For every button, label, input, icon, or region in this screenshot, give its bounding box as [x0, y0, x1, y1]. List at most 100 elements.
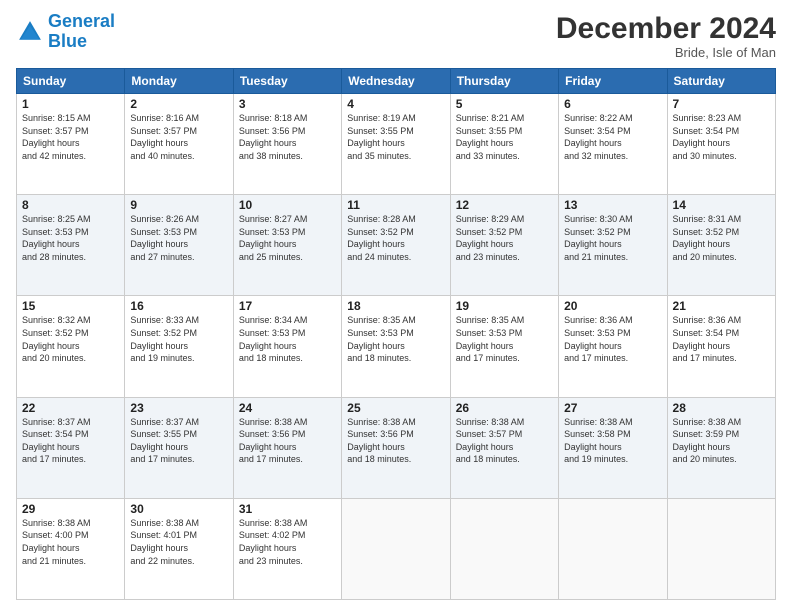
calendar-header-row: Sunday Monday Tuesday Wednesday Thursday… — [17, 69, 776, 94]
day-info: Sunrise: 8:36 AMSunset: 3:54 PMDaylight … — [673, 315, 742, 363]
col-friday: Friday — [559, 69, 667, 94]
table-row: 1Sunrise: 8:15 AMSunset: 3:57 PMDaylight… — [17, 94, 125, 195]
day-info: Sunrise: 8:23 AMSunset: 3:54 PMDaylight … — [673, 113, 742, 161]
day-number: 25 — [347, 401, 444, 415]
col-wednesday: Wednesday — [342, 69, 450, 94]
table-row: 17 Sunrise: 8:34 AMSunset: 3:53 PMDayligh… — [233, 296, 341, 397]
day-info: Sunrise: 8:38 AMSunset: 4:01 PMDaylight … — [130, 518, 199, 566]
day-number: 22 — [22, 401, 119, 415]
table-row: 18 Sunrise: 8:35 AMSunset: 3:53 PMDayligh… — [342, 296, 450, 397]
day-info: Sunrise: 8:31 AMSunset: 3:52 PMDaylight … — [673, 214, 742, 262]
day-number: 24 — [239, 401, 336, 415]
day-number: 29 — [22, 502, 119, 516]
table-row: 11Sunrise: 8:28 AMSunset: 3:52 PMDayligh… — [342, 195, 450, 296]
day-info: Sunrise: 8:38 AMSunset: 4:02 PMDaylight … — [239, 518, 308, 566]
table-row: 5 Sunrise: 8:21 AMSunset: 3:55 PMDaylight… — [450, 94, 558, 195]
day-number: 21 — [673, 299, 770, 313]
day-info: Sunrise: 8:19 AMSunset: 3:55 PMDaylight … — [347, 113, 416, 161]
table-row: 16 Sunrise: 8:33 AMSunset: 3:52 PMDayligh… — [125, 296, 233, 397]
day-info: Sunrise: 8:21 AMSunset: 3:55 PMDaylight … — [456, 113, 525, 161]
day-number: 12 — [456, 198, 553, 212]
day-info: Sunrise: 8:25 AMSunset: 3:53 PMDaylight … — [22, 214, 91, 262]
day-number: 15 — [22, 299, 119, 313]
day-info: Sunrise: 8:38 AMSunset: 3:56 PMDaylight … — [239, 417, 308, 465]
logo-icon — [16, 18, 44, 46]
day-info: Sunrise: 8:37 AMSunset: 3:54 PMDaylight … — [22, 417, 91, 465]
day-info: Sunrise: 8:38 AMSunset: 3:59 PMDaylight … — [673, 417, 742, 465]
month-title: December 2024 — [556, 12, 776, 45]
table-row: 28 Sunrise: 8:38 AMSunset: 3:59 PMDayligh… — [667, 397, 775, 498]
day-number: 5 — [456, 97, 553, 111]
col-thursday: Thursday — [450, 69, 558, 94]
day-number: 9 — [130, 198, 227, 212]
table-row: 12 Sunrise: 8:29 AMSunset: 3:52 PMDayligh… — [450, 195, 558, 296]
day-number: 10 — [239, 198, 336, 212]
title-block: December 2024 Bride, Isle of Man — [556, 12, 776, 60]
logo-text: General Blue — [48, 12, 115, 52]
table-row: 30 Sunrise: 8:38 AMSunset: 4:01 PMDayligh… — [125, 498, 233, 599]
day-number: 8 — [22, 198, 119, 212]
day-info: Sunrise: 8:34 AMSunset: 3:53 PMDaylight … — [239, 315, 308, 363]
day-number: 16 — [130, 299, 227, 313]
table-row: 19 Sunrise: 8:35 AMSunset: 3:53 PMDayligh… — [450, 296, 558, 397]
table-row: 15Sunrise: 8:32 AMSunset: 3:52 PMDayligh… — [17, 296, 125, 397]
table-row: 25Sunrise: 8:38 AMSunset: 3:56 PMDayligh… — [342, 397, 450, 498]
day-info: Sunrise: 8:26 AMSunset: 3:53 PMDaylight … — [130, 214, 199, 262]
logo: General Blue — [16, 12, 115, 52]
table-row: 14Sunrise: 8:31 AMSunset: 3:52 PMDayligh… — [667, 195, 775, 296]
day-number: 17 — [239, 299, 336, 313]
day-number: 13 — [564, 198, 661, 212]
day-number: 2 — [130, 97, 227, 111]
table-row: 8 Sunrise: 8:25 AMSunset: 3:53 PMDaylight… — [17, 195, 125, 296]
day-info: Sunrise: 8:22 AMSunset: 3:54 PMDaylight … — [564, 113, 633, 161]
header: General Blue December 2024 Bride, Isle o… — [16, 12, 776, 60]
table-row — [450, 498, 558, 599]
day-info: Sunrise: 8:18 AMSunset: 3:56 PMDaylight … — [239, 113, 308, 161]
calendar-row: 29 Sunrise: 8:38 AMSunset: 4:00 PMDayligh… — [17, 498, 776, 599]
day-number: 18 — [347, 299, 444, 313]
day-info: Sunrise: 8:37 AMSunset: 3:55 PMDaylight … — [130, 417, 199, 465]
calendar-table: Sunday Monday Tuesday Wednesday Thursday… — [16, 68, 776, 600]
table-row — [559, 498, 667, 599]
day-number: 28 — [673, 401, 770, 415]
day-number: 3 — [239, 97, 336, 111]
calendar-row: 1Sunrise: 8:15 AMSunset: 3:57 PMDaylight… — [17, 94, 776, 195]
table-row — [342, 498, 450, 599]
table-row: 13Sunrise: 8:30 AMSunset: 3:52 PMDayligh… — [559, 195, 667, 296]
day-info: Sunrise: 8:38 AMSunset: 3:58 PMDaylight … — [564, 417, 633, 465]
day-info: Sunrise: 8:36 AMSunset: 3:53 PMDaylight … — [564, 315, 633, 363]
day-info: Sunrise: 8:16 AMSunset: 3:57 PMDaylight … — [130, 113, 199, 161]
day-info: Sunrise: 8:27 AMSunset: 3:53 PMDaylight … — [239, 214, 308, 262]
table-row: 27Sunrise: 8:38 AMSunset: 3:58 PMDayligh… — [559, 397, 667, 498]
col-saturday: Saturday — [667, 69, 775, 94]
day-number: 26 — [456, 401, 553, 415]
day-number: 30 — [130, 502, 227, 516]
calendar-row: 15Sunrise: 8:32 AMSunset: 3:52 PMDayligh… — [17, 296, 776, 397]
col-sunday: Sunday — [17, 69, 125, 94]
day-number: 31 — [239, 502, 336, 516]
day-number: 7 — [673, 97, 770, 111]
table-row: 20Sunrise: 8:36 AMSunset: 3:53 PMDayligh… — [559, 296, 667, 397]
table-row: 31 Sunrise: 8:38 AMSunset: 4:02 PMDayligh… — [233, 498, 341, 599]
page: General Blue December 2024 Bride, Isle o… — [0, 0, 792, 612]
table-row: 23Sunrise: 8:37 AMSunset: 3:55 PMDayligh… — [125, 397, 233, 498]
table-row: 2 Sunrise: 8:16 AMSunset: 3:57 PMDaylight… — [125, 94, 233, 195]
table-row: 4 Sunrise: 8:19 AMSunset: 3:55 PMDaylight… — [342, 94, 450, 195]
day-number: 4 — [347, 97, 444, 111]
table-row — [667, 498, 775, 599]
table-row: 26Sunrise: 8:38 AMSunset: 3:57 PMDayligh… — [450, 397, 558, 498]
calendar-row: 22 Sunrise: 8:37 AMSunset: 3:54 PMDayligh… — [17, 397, 776, 498]
location: Bride, Isle of Man — [556, 45, 776, 60]
table-row: 3 Sunrise: 8:18 AMSunset: 3:56 PMDaylight… — [233, 94, 341, 195]
day-info: Sunrise: 8:35 AMSunset: 3:53 PMDaylight … — [456, 315, 525, 363]
day-info: Sunrise: 8:33 AMSunset: 3:52 PMDaylight … — [130, 315, 199, 363]
table-row: 24 Sunrise: 8:38 AMSunset: 3:56 PMDayligh… — [233, 397, 341, 498]
day-info: Sunrise: 8:28 AMSunset: 3:52 PMDaylight … — [347, 214, 416, 262]
day-info: Sunrise: 8:29 AMSunset: 3:52 PMDaylight … — [456, 214, 525, 262]
day-number: 19 — [456, 299, 553, 313]
table-row: 7 Sunrise: 8:23 AMSunset: 3:54 PMDaylight… — [667, 94, 775, 195]
day-info: Sunrise: 8:35 AMSunset: 3:53 PMDaylight … — [347, 315, 416, 363]
table-row: 6Sunrise: 8:22 AMSunset: 3:54 PMDaylight… — [559, 94, 667, 195]
day-info: Sunrise: 8:38 AMSunset: 4:00 PMDaylight … — [22, 518, 91, 566]
table-row: 29 Sunrise: 8:38 AMSunset: 4:00 PMDayligh… — [17, 498, 125, 599]
